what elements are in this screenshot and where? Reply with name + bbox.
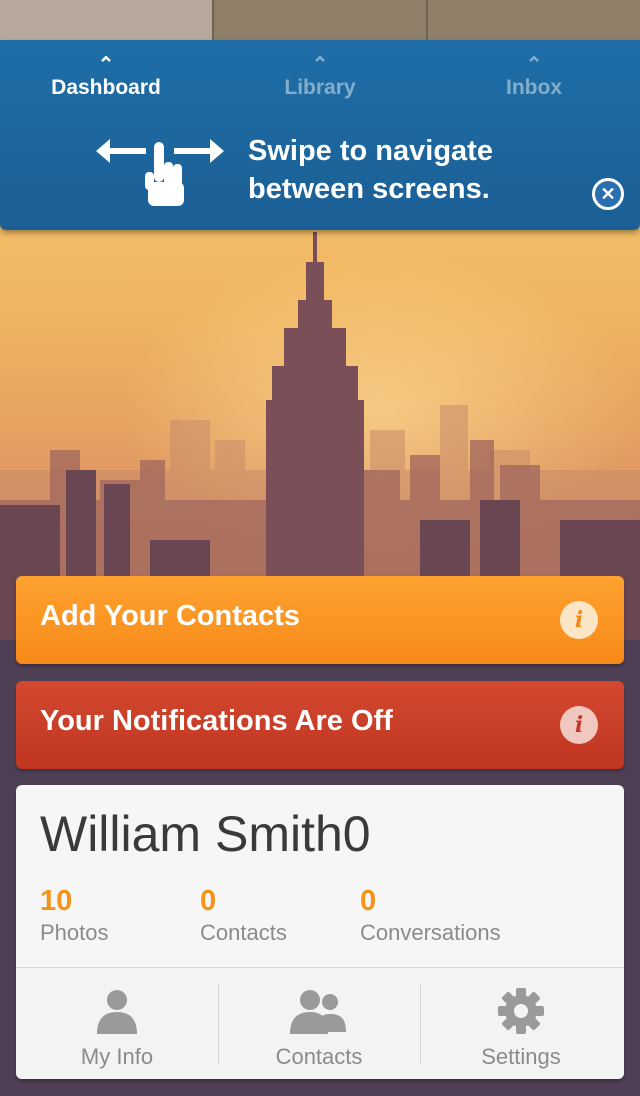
stat-photos-label: Photos bbox=[40, 920, 109, 945]
my-info-button[interactable]: My Info bbox=[16, 968, 218, 1079]
tab-inbox[interactable]: ⌃ Inbox bbox=[454, 54, 614, 100]
gear-icon bbox=[498, 988, 544, 1034]
stat-contacts-value: 0 bbox=[200, 885, 217, 917]
stat-conversations[interactable]: 0 Conversations bbox=[360, 885, 501, 946]
stat-contacts[interactable]: 0 Contacts bbox=[200, 885, 287, 946]
add-contacts-label: Add Your Contacts bbox=[40, 600, 300, 632]
stat-conversations-value: 0 bbox=[360, 885, 377, 917]
notifications-off-banner[interactable]: Your Notifications Are Off i bbox=[16, 681, 624, 769]
person-icon bbox=[97, 990, 137, 1034]
stat-conversations-label: Conversations bbox=[360, 920, 501, 945]
tab-library[interactable]: ⌃ Library bbox=[240, 54, 400, 100]
stat-contacts-label: Contacts bbox=[200, 920, 287, 945]
caret-up-icon: ⌃ bbox=[97, 54, 115, 76]
profile-actions: My Info Contacts Settings bbox=[16, 968, 624, 1079]
contacts-button[interactable]: Contacts bbox=[218, 968, 420, 1079]
people-icon bbox=[290, 990, 346, 1034]
tab-library-label: Library bbox=[284, 76, 356, 99]
add-contacts-banner[interactable]: Add Your Contacts i bbox=[16, 576, 624, 664]
swipe-hint-line2: between screens. bbox=[248, 173, 490, 205]
settings-label: Settings bbox=[481, 1044, 561, 1069]
notifications-off-label: Your Notifications Are Off bbox=[40, 705, 393, 737]
swipe-navigation-hint: ⌃ Dashboard ⌃ Library ⌃ Inbox Swipe to n… bbox=[0, 40, 640, 230]
tab-dashboard[interactable]: ⌃ Dashboard bbox=[26, 54, 186, 100]
stat-photos[interactable]: 10 Photos bbox=[40, 885, 109, 946]
caret-up-icon: ⌃ bbox=[311, 54, 329, 76]
caret-up-icon: ⌃ bbox=[525, 54, 543, 76]
tab-dashboard-label: Dashboard bbox=[51, 76, 161, 99]
profile-name: William Smith0 bbox=[40, 806, 371, 862]
info-icon[interactable]: i bbox=[560, 601, 598, 639]
status-strip bbox=[0, 0, 640, 42]
info-icon[interactable]: i bbox=[560, 706, 598, 744]
swipe-hint-text: Swipe to navigate between screens. bbox=[248, 132, 578, 208]
stat-photos-value: 10 bbox=[40, 885, 73, 917]
settings-button[interactable]: Settings bbox=[420, 968, 622, 1079]
close-icon[interactable]: ✕ bbox=[592, 178, 624, 210]
profile-card: William Smith0 10 Photos 0 Contacts 0 Co… bbox=[16, 785, 624, 1079]
contacts-label: Contacts bbox=[275, 1044, 363, 1069]
tab-inbox-label: Inbox bbox=[506, 76, 562, 99]
swipe-hint-line1: Swipe to navigate bbox=[248, 135, 493, 167]
swipe-gesture-icon bbox=[96, 139, 224, 206]
my-info-label: My Info bbox=[80, 1044, 154, 1069]
